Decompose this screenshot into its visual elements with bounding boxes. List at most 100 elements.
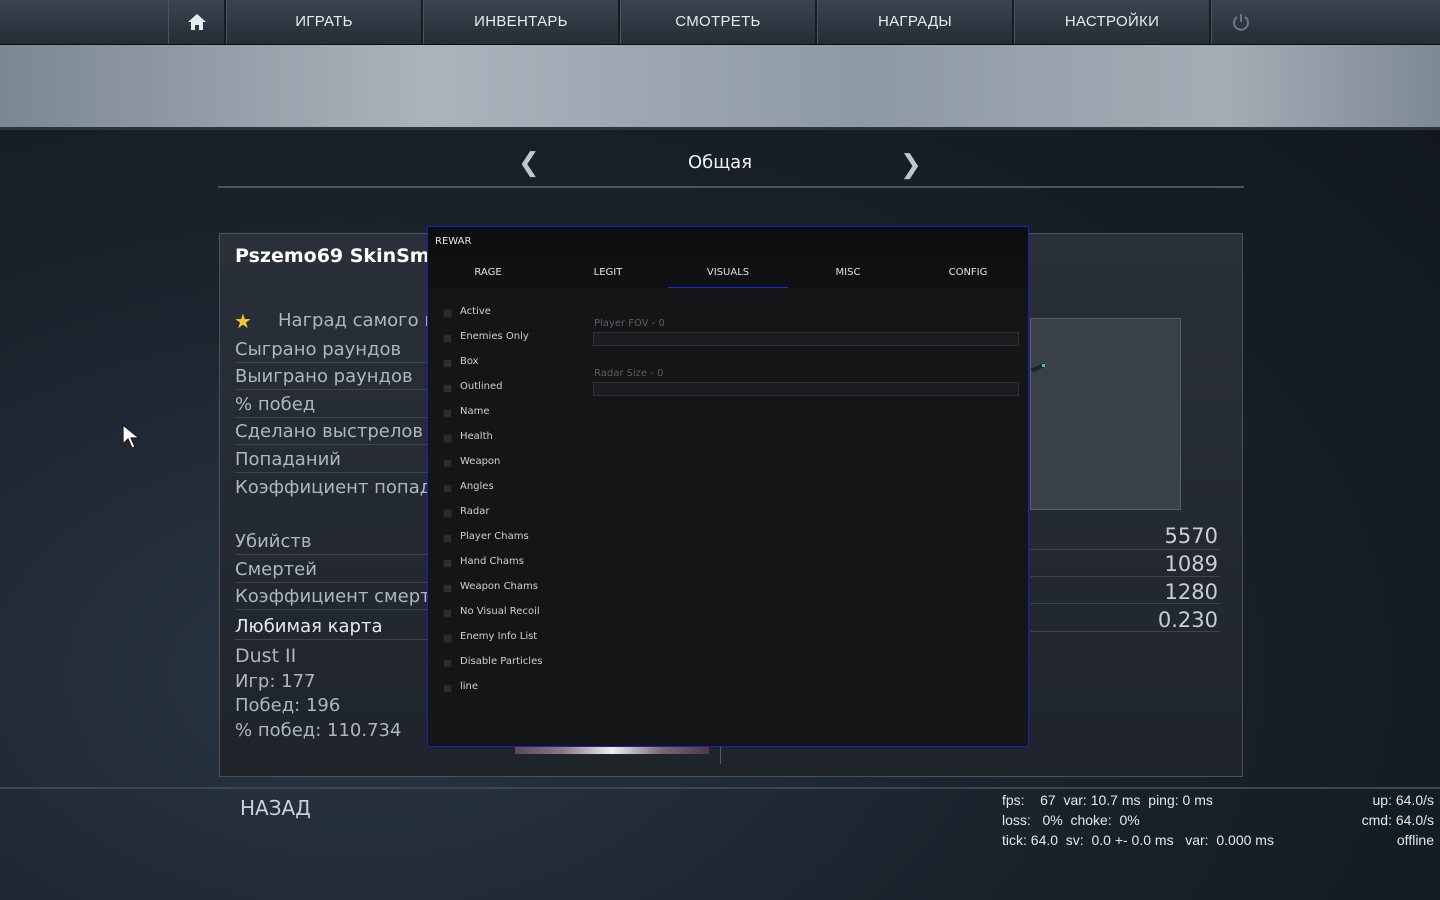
tab-config[interactable]: CONFIG	[908, 257, 1028, 288]
map-winrate: % побед: 110.734	[235, 720, 402, 741]
stat-label: % побед	[235, 394, 316, 415]
checkbox-label: Active	[460, 306, 491, 317]
nav-awards[interactable]: НАГРАДЫ	[817, 0, 1014, 44]
cheat-menu-window: REWAR RAGE LEGIT VISUALS MISC CONFIG Act…	[427, 226, 1029, 747]
checkbox-label: line	[460, 681, 479, 692]
divider	[1030, 576, 1220, 577]
slider-label: Radar Size - 0	[594, 368, 664, 379]
divider	[1030, 549, 1220, 550]
stat-label: Попаданий	[235, 449, 341, 470]
tab-legit[interactable]: LEGIT	[548, 257, 668, 288]
divider	[235, 417, 427, 418]
checkbox-label: Hand Chams	[460, 556, 524, 567]
divider	[720, 746, 721, 764]
checkbox-box[interactable]	[443, 584, 452, 593]
netgraph-cmd: cmd: 64.0/s	[1361, 812, 1434, 828]
checkbox-box[interactable]	[443, 684, 452, 693]
checkbox-label: Enemies Only	[460, 331, 529, 342]
checkbox-box[interactable]	[443, 659, 452, 668]
checkbox-label: Health	[460, 431, 493, 442]
stat-label: Сделано выстрелов	[235, 421, 423, 442]
checkbox-label: Angles	[460, 481, 494, 492]
divider	[235, 472, 427, 473]
divider	[235, 444, 427, 445]
tab-misc[interactable]: MISC	[788, 257, 908, 288]
power-icon	[1232, 14, 1249, 31]
checkbox-box[interactable]	[443, 459, 452, 468]
stat-value-deaths: 1089	[1164, 552, 1218, 576]
stat-label: Коэффициент смерте	[235, 586, 427, 607]
map-name: Dust II	[235, 645, 297, 667]
stat-label: Выиграно раундов	[235, 366, 413, 387]
netgraph-up: up: 64.0/s	[1372, 792, 1435, 808]
checkbox-label: Box	[460, 356, 479, 367]
stat-value-kills: 5570	[1164, 524, 1218, 548]
divider	[1030, 603, 1220, 604]
checkbox-label: Weapon	[460, 456, 501, 467]
checkbox-box[interactable]	[443, 609, 452, 618]
checkbox-box[interactable]	[443, 534, 452, 543]
bottom-divider	[0, 787, 1440, 789]
stat-label: Убийств	[235, 531, 312, 552]
checkbox-label: Outlined	[460, 381, 503, 392]
checkbox-box[interactable]	[443, 634, 452, 643]
checkbox-box[interactable]	[443, 334, 452, 343]
netgraph-status: offline	[1396, 832, 1434, 848]
home-icon	[187, 14, 206, 30]
menu-title: REWAR	[435, 236, 472, 247]
home-button[interactable]	[168, 0, 226, 44]
netgraph-line: tick: 64.0 sv: 0.0 +- 0.0 ms var: 0.000 …	[1002, 832, 1274, 848]
chevron-right-icon[interactable]: ❯	[900, 150, 922, 180]
checkbox-label: Disable Particles	[460, 656, 543, 667]
checkbox-box[interactable]	[443, 359, 452, 368]
map-thumbnail	[515, 747, 709, 754]
checkbox-box[interactable]	[443, 384, 452, 393]
slider-label: Player FOV - 0	[594, 318, 665, 329]
power-button[interactable]	[1211, 0, 1269, 44]
star-icon: ★	[234, 309, 252, 333]
menu-tabs: RAGE LEGIT VISUALS MISC CONFIG	[428, 257, 1028, 288]
radar-size-slider[interactable]	[593, 382, 1019, 396]
stat-label: Коэффициент попада	[235, 477, 427, 498]
stat-label: Смертей	[235, 559, 317, 580]
weapon-icon	[1030, 363, 1046, 372]
player-fov-slider[interactable]	[593, 332, 1019, 346]
divider	[235, 554, 427, 555]
stat-value-ratio: 0.230	[1157, 608, 1218, 632]
checkbox-label: Name	[460, 406, 490, 417]
nav-play[interactable]: ИГРАТЬ	[226, 0, 423, 44]
nav-inventory[interactable]: ИНВЕНТАРЬ	[423, 0, 620, 44]
back-button[interactable]: НАЗАД	[240, 796, 311, 820]
checkbox-box[interactable]	[443, 509, 452, 518]
checkbox-box[interactable]	[443, 409, 452, 418]
checkbox-box[interactable]	[443, 559, 452, 568]
weapon-image	[1030, 318, 1181, 510]
checkbox-label: Player Chams	[460, 531, 529, 542]
checkbox-box[interactable]	[443, 434, 452, 443]
cursor-icon	[122, 424, 141, 449]
tab-visuals[interactable]: VISUALS	[668, 257, 788, 288]
checkbox-box[interactable]	[443, 309, 452, 318]
checkbox-label: Weapon Chams	[460, 581, 538, 592]
player-name: Pszemo69 SkinSmas	[235, 245, 427, 267]
divider	[235, 639, 427, 640]
netgraph-line: loss: 0% choke: 0%	[1002, 812, 1140, 828]
divider	[1030, 631, 1220, 632]
top-nav: ИГРАТЬ ИНВЕНТАРЬ СМОТРЕТЬ НАГРАДЫ НАСТРО…	[0, 0, 1440, 45]
stat-value-3: 1280	[1164, 580, 1218, 604]
tab-rage[interactable]: RAGE	[428, 257, 548, 288]
chevron-left-icon[interactable]: ❮	[518, 148, 540, 178]
divider	[235, 582, 427, 583]
category-divider	[218, 186, 1244, 188]
nav-watch[interactable]: СМОТРЕТЬ	[620, 0, 817, 44]
nav-settings[interactable]: НАСТРОЙКИ	[1014, 0, 1211, 44]
divider	[235, 609, 427, 610]
category-title: Общая	[687, 152, 753, 173]
favorite-map-label: Любимая карта	[235, 616, 383, 637]
stat-label: Сыграно раундов	[235, 339, 402, 360]
map-wins: Побед: 196	[235, 695, 341, 716]
checkbox-box[interactable]	[443, 484, 452, 493]
menu-body: Active Enemies Only Box Outlined Name He…	[428, 288, 1028, 746]
map-games: Игр: 177	[235, 671, 316, 692]
divider	[235, 362, 427, 363]
